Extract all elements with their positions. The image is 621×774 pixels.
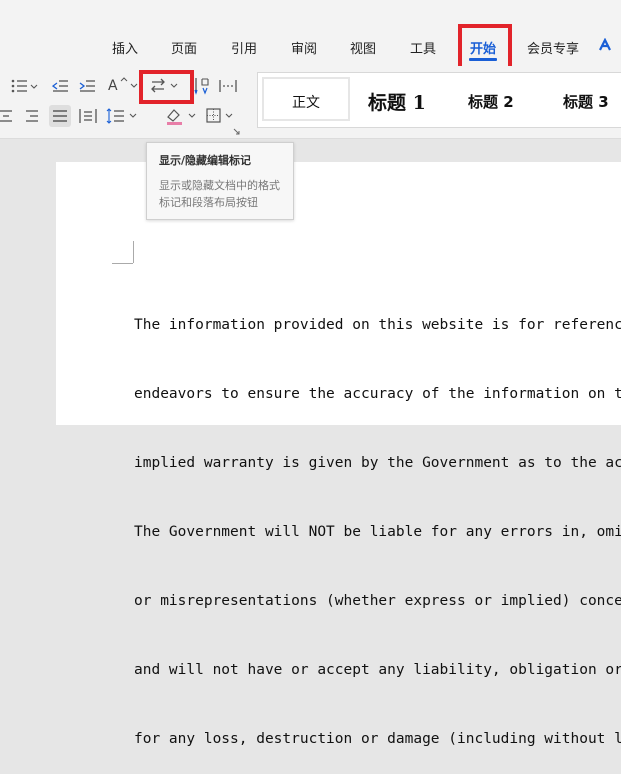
menu-references[interactable]: 引用 — [231, 38, 257, 57]
tooltip-title: 显示/隐藏编辑标记 — [159, 154, 252, 167]
menu-bar: 插入 页面 引用 审阅 视图 工具 开始 会员专享 — [0, 0, 621, 66]
tooltip: 显示/隐藏编辑标记 显示或隐藏文档中的格式标记和段落布局按钮 — [146, 142, 294, 220]
column-width-icon[interactable] — [219, 78, 237, 94]
style-heading3[interactable]: 标题 3 — [563, 91, 609, 112]
document-line: and will not have or accept any liabilit… — [134, 662, 621, 678]
document-line: or misrepresentations (whether express o… — [134, 593, 621, 609]
menu-member[interactable]: 会员专享 — [527, 38, 579, 57]
paragraph-settings-launcher-icon[interactable] — [233, 128, 241, 136]
menu-tools[interactable]: 工具 — [410, 38, 436, 57]
style-normal-label: 正文 — [292, 95, 320, 111]
menu-review[interactable]: 审阅 — [291, 38, 317, 57]
menu-insert[interactable]: 插入 — [112, 38, 138, 57]
menu-page[interactable]: 页面 — [171, 38, 197, 57]
document-line: The Government will NOT be liable for an… — [134, 524, 621, 540]
sort-icon[interactable] — [193, 77, 211, 95]
style-heading2[interactable]: 标题 2 — [468, 91, 514, 112]
margin-corner-mark — [112, 263, 133, 264]
menu-view[interactable]: 视图 — [350, 38, 376, 57]
ai-assistant-icon[interactable] — [598, 38, 621, 52]
text-effects-dropdown-icon[interactable] — [120, 76, 140, 94]
margin-corner-mark-vertical — [133, 241, 134, 263]
document-body[interactable]: The information provided on this website… — [134, 268, 621, 774]
tooltip-body: 显示或隐藏文档中的格式标记和段落布局按钮 — [159, 179, 280, 209]
document-line: The information provided on this website… — [134, 317, 621, 333]
document-line: implied warranty is given by the Governm… — [134, 455, 621, 471]
align-right-icon[interactable] — [24, 108, 40, 124]
line-spacing-icon[interactable] — [106, 108, 140, 124]
justify-icon — [53, 110, 67, 122]
increase-indent-icon[interactable] — [79, 78, 97, 94]
shading-icon[interactable] — [165, 107, 199, 125]
justify-button[interactable] — [49, 105, 71, 127]
distributed-align-icon[interactable] — [79, 108, 97, 124]
text-effects-icon[interactable]: A — [108, 78, 118, 94]
bullet-list-icon[interactable] — [10, 78, 40, 94]
show-hide-marks-highlight — [139, 70, 194, 104]
document-line: for any loss, destruction or damage (inc… — [134, 731, 621, 747]
borders-icon[interactable] — [206, 108, 236, 124]
document-line: endeavors to ensure the accuracy of the … — [134, 386, 621, 402]
decrease-indent-icon[interactable] — [52, 78, 70, 94]
align-center-icon[interactable] — [0, 108, 14, 124]
home-tab-highlight — [458, 24, 512, 71]
style-heading1[interactable]: 标题 1 — [368, 88, 426, 115]
